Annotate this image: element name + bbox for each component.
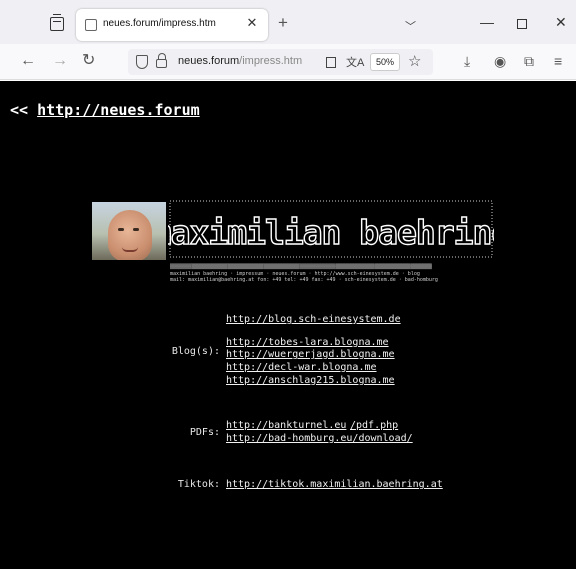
home-link[interactable]: << http://neues.forum <box>10 101 200 119</box>
back-prefix: << <box>10 101 38 119</box>
blog-link[interactable]: http://decl-war.blogna.me <box>226 362 377 373</box>
menu-icon[interactable]: ≡ <box>554 52 562 70</box>
window-close-icon[interactable]: ✕ <box>555 14 567 31</box>
account-icon[interactable]: ◉ <box>494 52 506 70</box>
blog-link[interactable]: http://anschlag215.blogna.me <box>226 375 395 386</box>
back-arrow-icon[interactable]: ← <box>20 52 36 70</box>
website-link[interactable]: http://blog.sch-einesystem.de <box>226 314 401 325</box>
chevron-down-icon[interactable]: ﹀ <box>405 18 416 34</box>
url-path: /impress.htm <box>239 55 303 67</box>
lock-icon[interactable] <box>156 53 167 68</box>
portrait-photo <box>92 202 166 260</box>
pdfs-label: PDFs: <box>189 427 220 438</box>
url-host: neues.forum <box>178 55 240 67</box>
address-bar[interactable]: neues.forum/impress.htm 文A 50% ☆ <box>128 49 433 75</box>
tab-bar: neues.forum/impress.htm ✕ + ﹀ — ✕ <box>0 0 576 44</box>
blog-link[interactable]: http://wuergerjagd.blogna.me <box>226 349 395 360</box>
minimize-icon[interactable]: — <box>480 14 494 30</box>
page-content: << http://neues.forum maximilian baehrin… <box>0 81 576 569</box>
translate-icon[interactable]: 文A <box>346 54 364 70</box>
forward-arrow-icon[interactable]: → <box>52 52 68 70</box>
ascii-rule: ▒▒▒▒▒▒▒▒▒▒▒▒▒▒▒▒▒▒▒▒▒▒▒▒▒▒▒▒▒▒▒▒▒▒▒▒▒▒▒▒… <box>170 264 432 270</box>
maximize-icon[interactable] <box>517 19 527 29</box>
download-icon[interactable]: ⤓ <box>464 52 470 70</box>
page-icon <box>85 19 97 31</box>
tiktok-label: Tiktok: <box>177 479 220 490</box>
logo-text: maximilian baehring <box>168 213 494 252</box>
tiktok-link[interactable]: http://tiktok.maximilian.baehring.at <box>226 479 443 490</box>
name-logo: maximilian baehring <box>168 200 494 258</box>
url-text[interactable]: neues.forum/impress.htm <box>178 55 302 67</box>
tab-list-icon[interactable] <box>50 14 64 31</box>
blogs-label: Blog(s): <box>171 346 220 357</box>
blog-link[interactable]: http://tobes-lara.blogna.me <box>226 337 389 348</box>
zoom-level-button[interactable]: 50% <box>370 53 401 71</box>
pdf-link[interactable]: http://bankturnel.eu <box>226 420 346 431</box>
reader-view-icon[interactable] <box>326 57 336 68</box>
reload-icon[interactable]: ↻ <box>82 52 95 70</box>
extensions-icon[interactable]: ⧉ <box>524 52 534 70</box>
close-icon[interactable]: ✕ <box>244 15 260 31</box>
contact-line: mail: maximilian@baehring.at fon: +49 te… <box>170 277 438 283</box>
browser-tab[interactable]: neues.forum/impress.htm ✕ <box>76 9 268 41</box>
home-link-text[interactable]: http://neues.forum <box>37 101 200 119</box>
tab-title: neues.forum/impress.htm <box>103 18 216 29</box>
bookmark-star-icon[interactable]: ☆ <box>408 52 421 70</box>
plus-icon[interactable]: + <box>278 14 288 31</box>
pdf-link[interactable]: http://bad-homburg.eu/download/ <box>226 433 413 444</box>
navigation-toolbar: ← → ↻ neues.forum/impress.htm 文A 50% ☆ ⤓… <box>0 44 576 80</box>
shield-icon[interactable] <box>136 55 148 69</box>
pdf-php-link[interactable]: /pdf.php <box>350 420 398 431</box>
